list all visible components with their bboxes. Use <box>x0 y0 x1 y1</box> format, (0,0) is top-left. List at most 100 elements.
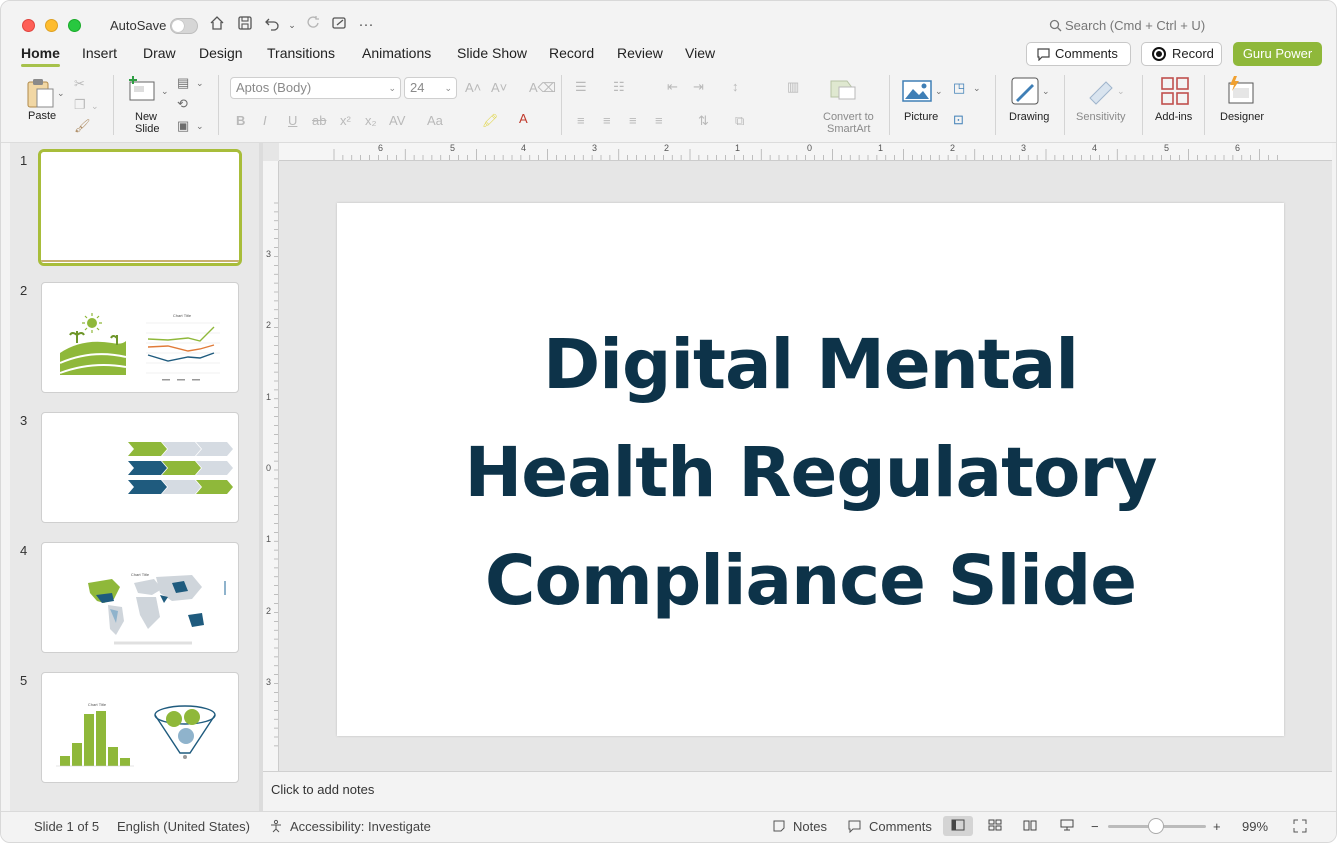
home-icon[interactable] <box>207 15 227 35</box>
shapes-icon[interactable]: ◳ <box>953 80 965 96</box>
cut-icon[interactable]: ✂ <box>74 76 85 92</box>
line-spacing-icon[interactable]: ↕ <box>732 79 739 95</box>
bold-icon[interactable]: B <box>236 113 245 129</box>
copy-dropdown-chevron-icon[interactable]: ⌄ <box>91 98 99 114</box>
redo-icon[interactable] <box>303 15 323 35</box>
new-slide-icon[interactable] <box>127 75 157 105</box>
highlight-color-icon[interactable]: 🖍 <box>482 113 499 129</box>
character-spacing-icon[interactable]: AV <box>389 113 405 129</box>
comments-toggle-label[interactable]: Comments <box>869 819 932 834</box>
layout-dropdown-chevron-icon[interactable]: ⌄ <box>196 75 204 91</box>
minimize-window-button[interactable] <box>45 19 58 32</box>
designer-icon[interactable] <box>1225 75 1257 107</box>
align-center-icon[interactable]: ≡ <box>603 113 611 129</box>
tab-record[interactable]: Record <box>549 45 594 61</box>
zoom-window-button[interactable] <box>68 19 81 32</box>
decrease-indent-icon[interactable]: ⇤ <box>667 79 678 95</box>
tab-transitions[interactable]: Transitions <box>267 45 335 61</box>
tab-animations[interactable]: Animations <box>362 45 431 61</box>
notes-pane[interactable]: Click to add notes <box>263 771 1332 811</box>
increase-font-icon[interactable]: A˄ <box>465 80 481 96</box>
tab-draw[interactable]: Draw <box>143 45 176 61</box>
picture-dropdown-chevron-icon[interactable]: ⌄ <box>935 83 943 99</box>
superscript-icon[interactable]: x² <box>340 113 351 129</box>
tab-insert[interactable]: Insert <box>82 45 117 61</box>
italic-icon[interactable]: I <box>263 113 267 129</box>
clear-formatting-icon[interactable]: A⌫ <box>529 80 556 96</box>
notes-toggle-label[interactable]: Notes <box>793 819 827 834</box>
section-dropdown-chevron-icon[interactable]: ⌄ <box>196 118 204 134</box>
change-case-icon[interactable]: Aa <box>427 113 443 129</box>
shapes-dropdown-chevron-icon[interactable]: ⌄ <box>973 80 981 96</box>
zoom-slider-handle[interactable] <box>1148 818 1164 834</box>
drawing-icon[interactable] <box>1010 76 1040 106</box>
language-indicator[interactable]: English (United States) <box>117 819 250 834</box>
increase-indent-icon[interactable]: ⇥ <box>693 79 704 95</box>
more-options-icon[interactable]: ··· <box>356 15 376 35</box>
tab-slide-show[interactable]: Slide Show <box>457 45 527 61</box>
paste-icon[interactable] <box>25 77 57 109</box>
bullets-icon[interactable]: ☰ <box>575 79 587 95</box>
new-slide-dropdown-chevron-icon[interactable]: ⌄ <box>161 83 169 99</box>
sensitivity-dropdown-chevron-icon[interactable]: ⌄ <box>1117 83 1125 99</box>
accessibility-icon[interactable] <box>269 819 283 834</box>
accessibility-status[interactable]: Accessibility: Investigate <box>290 819 431 834</box>
slide-sorter-button[interactable] <box>980 816 1010 836</box>
reset-slide-icon[interactable]: ⟲ <box>177 96 188 112</box>
present-icon[interactable] <box>329 15 349 35</box>
font-color-icon[interactable]: A <box>519 111 528 127</box>
comments-button[interactable]: Comments <box>1026 42 1131 66</box>
zoom-level[interactable]: 99% <box>1242 819 1268 834</box>
text-direction-icon[interactable]: ⇅ <box>698 113 709 129</box>
search-box[interactable]: Search (Cmd + Ctrl + U) <box>1049 18 1205 33</box>
tab-design[interactable]: Design <box>199 45 243 61</box>
slide-thumbnail-4[interactable]: Chart Title <box>41 542 239 653</box>
text-box-icon[interactable]: ⊡ <box>953 112 964 128</box>
font-name-combo[interactable]: Aptos (Body) ⌄ <box>230 77 401 99</box>
format-painter-icon[interactable]: 🖌 <box>74 118 91 134</box>
align-text-icon[interactable]: ⧉ <box>735 113 744 129</box>
align-left-icon[interactable]: ≡ <box>577 113 585 129</box>
slide-thumbnail-3[interactable] <box>41 412 239 523</box>
sensitivity-icon[interactable] <box>1086 76 1116 106</box>
slide-canvas[interactable]: Digital Mental Health Regulatory Complia… <box>337 203 1284 736</box>
autosave-toggle[interactable] <box>170 18 198 34</box>
subscript-icon[interactable]: x₂ <box>365 113 377 129</box>
close-window-button[interactable] <box>22 19 35 32</box>
font-size-combo[interactable]: 24 ⌄ <box>404 77 457 99</box>
addins-icon[interactable] <box>1160 76 1190 106</box>
tab-home[interactable]: Home <box>21 45 60 67</box>
copy-icon[interactable]: ❐ <box>74 97 86 113</box>
strikethrough-icon[interactable]: ab <box>312 113 326 129</box>
undo-dropdown-chevron-icon[interactable]: ⌄ <box>282 15 302 35</box>
columns-icon[interactable]: ▥ <box>787 79 799 95</box>
normal-view-button[interactable] <box>943 816 973 836</box>
slide-thumbnail-2[interactable]: Chart Title <box>41 282 239 393</box>
slide-title-text[interactable]: Digital Mental Health Regulatory Complia… <box>337 311 1284 635</box>
slide-thumbnail-5[interactable]: Chart Title <box>41 672 239 783</box>
record-button[interactable]: Record <box>1141 42 1222 66</box>
numbering-icon[interactable]: ☷ <box>613 79 625 95</box>
comments-toggle-icon[interactable] <box>847 819 862 834</box>
undo-icon[interactable] <box>262 15 282 35</box>
zoom-out-icon[interactable]: − <box>1091 819 1099 834</box>
notes-toggle-icon[interactable] <box>772 819 786 834</box>
smartart-icon[interactable] <box>829 77 859 101</box>
picture-icon[interactable] <box>902 79 932 103</box>
tab-view[interactable]: View <box>685 45 715 61</box>
justify-icon[interactable]: ≡ <box>655 113 663 129</box>
decrease-font-icon[interactable]: A˅ <box>491 80 507 96</box>
underline-icon[interactable]: U <box>288 113 297 129</box>
drawing-dropdown-chevron-icon[interactable]: ⌄ <box>1042 83 1050 99</box>
align-right-icon[interactable]: ≡ <box>629 113 637 129</box>
slide-thumbnail-1[interactable] <box>38 149 242 266</box>
guru-power-button[interactable]: Guru Power <box>1233 42 1322 66</box>
reading-view-button[interactable] <box>1015 816 1045 836</box>
layout-icon[interactable]: ▤ <box>177 75 189 91</box>
tab-review[interactable]: Review <box>617 45 663 61</box>
presenter-view-button[interactable] <box>1052 816 1082 836</box>
paste-dropdown-chevron-icon[interactable]: ⌄ <box>57 85 65 101</box>
fit-to-window-icon[interactable] <box>1293 819 1307 834</box>
save-icon[interactable] <box>235 15 255 35</box>
notes-placeholder[interactable]: Click to add notes <box>271 782 374 797</box>
